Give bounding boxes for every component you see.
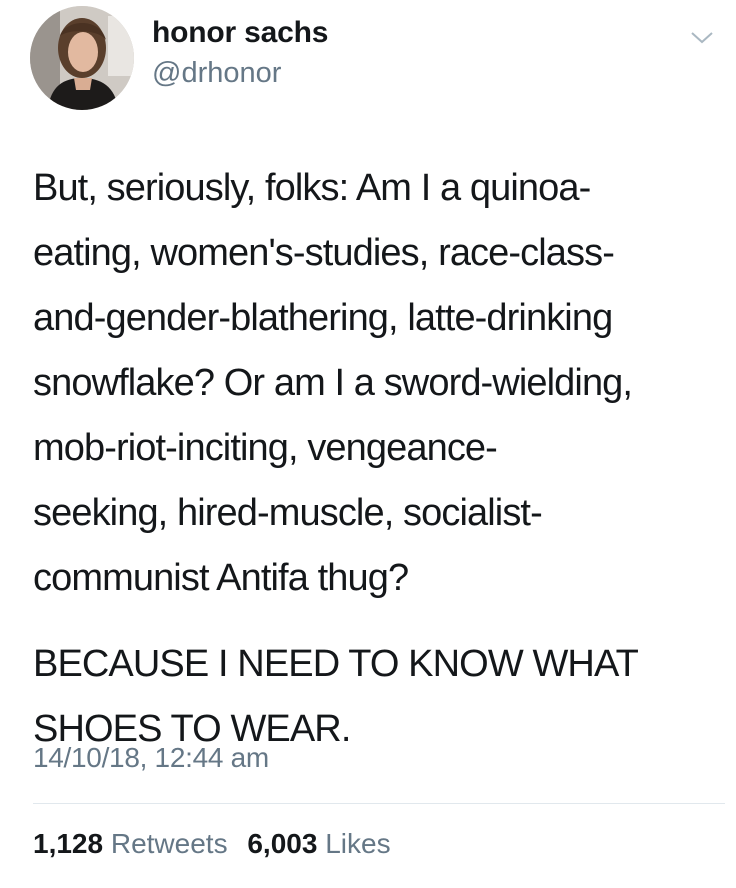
display-name[interactable]: honor sachs	[152, 16, 328, 50]
user-handle[interactable]: @drhonor	[152, 57, 281, 90]
tweet-text-line: eating, women's-studies, race-class-	[33, 232, 615, 274]
tweet-text: But, seriously, folks: Am I a quinoa- ea…	[33, 156, 713, 762]
tweet-text-line: mob-riot-inciting, vengeance-	[33, 427, 498, 469]
tweet-text-line: communist Antifa thug?	[33, 557, 409, 599]
divider	[33, 803, 725, 804]
tweet-text-line: and-gender-blathering, latte-drinking	[33, 297, 613, 339]
likes-count: 6,003	[247, 828, 318, 859]
tweet-text-line: But, seriously, folks: Am I a quinoa-	[33, 167, 591, 209]
tweet-timestamp[interactable]: 14/10/18, 12:44 am	[33, 742, 269, 774]
chevron-down-icon[interactable]	[690, 26, 714, 50]
profile-photo	[30, 6, 134, 110]
tweet-card: honor sachs @drhonor But, seriously, fol…	[0, 0, 736, 888]
tweet-stats: 1,128 Retweets 6,003 Likes	[33, 828, 403, 860]
likes-label: Likes	[325, 828, 391, 859]
tweet-text-line: BECAUSE I NEED TO KNOW WHAT	[33, 643, 639, 685]
avatar[interactable]	[30, 6, 134, 110]
retweets-stat[interactable]: 1,128 Retweets	[33, 828, 228, 860]
retweets-label: Retweets	[110, 828, 228, 859]
retweets-count: 1,128	[33, 828, 104, 859]
tweet-text-line: seeking, hired-muscle, socialist-	[33, 492, 543, 534]
likes-stat[interactable]: 6,003 Likes	[247, 828, 390, 860]
tweet-text-line: snowflake? Or am I a sword-wielding,	[33, 362, 633, 404]
